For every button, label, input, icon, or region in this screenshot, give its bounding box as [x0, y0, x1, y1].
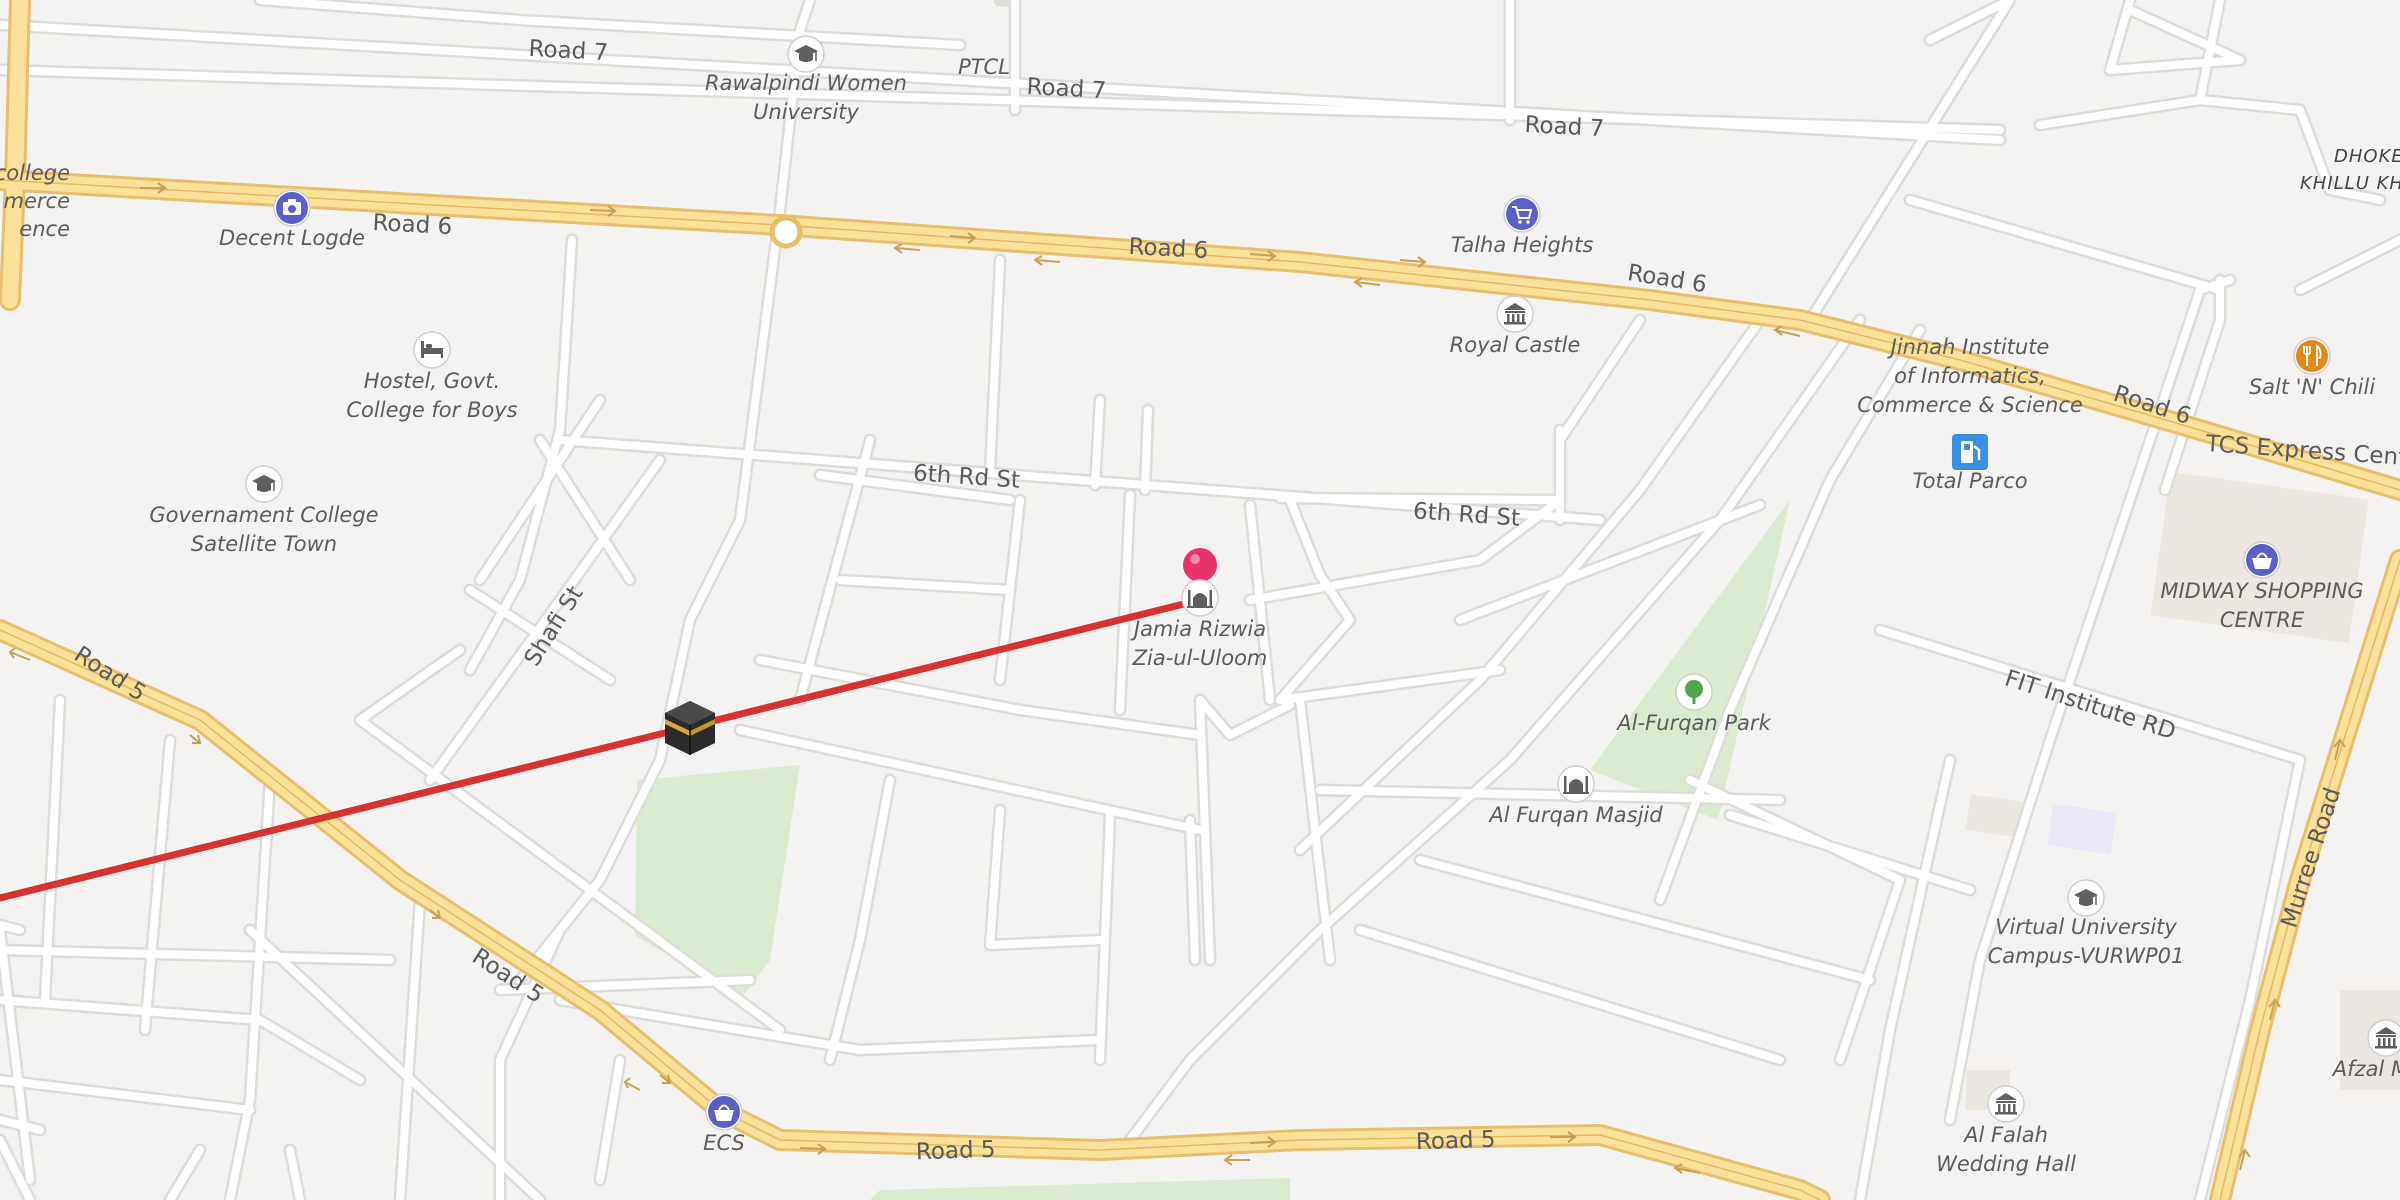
poi-label-line: Jinnah Institute	[1887, 335, 2050, 359]
poi-label-talha-heights[interactable]: Talha Heights	[1451, 233, 1594, 257]
poi-label-line: ECS	[703, 1131, 745, 1155]
poi-label-al-furqan-masjid[interactable]: Al Furqan Masjid	[1487, 803, 1663, 827]
poi-label-afzal-marr[interactable]: Afzal Marr	[2331, 1057, 2400, 1081]
roundabout	[769, 215, 803, 249]
poi-label-al-furqan-park[interactable]: Al-Furqan Park	[1615, 711, 1771, 735]
poi-label-royal-castle[interactable]: Royal Castle	[1450, 333, 1581, 357]
graduation-cap-icon[interactable]	[245, 465, 283, 503]
camera-icon[interactable]	[273, 189, 311, 227]
poi-label-line: Rawalpindi Women	[705, 71, 907, 95]
tree-icon[interactable]	[1675, 673, 1713, 711]
bed-icon[interactable]	[413, 331, 451, 369]
graduation-cap-icon[interactable]	[2067, 879, 2105, 917]
poi-label-line: CENTRE	[2220, 608, 2305, 632]
restaurant-icon[interactable]	[2293, 337, 2331, 375]
shopping-basket-icon[interactable]	[705, 1093, 743, 1131]
poi-label-line: College for Boys	[346, 398, 517, 422]
poi-label-total-parco[interactable]: Total Parco	[1912, 469, 2027, 493]
road-label-road-6-b: Road 6	[1128, 234, 1209, 264]
road-label-road-6-a: Road 6	[372, 210, 453, 240]
poi-label-line: Al-Furqan Park	[1615, 711, 1771, 735]
poi-label-line: MIDWAY SHOPPING	[2160, 579, 2363, 603]
poi-label-line: Salt 'N' Chili	[2249, 375, 2376, 399]
road-label-ptcl: PTCL	[958, 55, 1010, 79]
landmark-icon[interactable]	[1496, 295, 1534, 333]
fuel-icon[interactable]	[1952, 434, 1988, 470]
poi-label-line: University	[753, 100, 860, 124]
landmark-icon[interactable]	[2367, 1019, 2400, 1057]
poi-label-line: Zia-ul-Uloom	[1132, 646, 1268, 670]
road-label-road-7-b: Road 7	[1026, 74, 1107, 104]
road-label-road-5-d: Road 5	[1415, 1127, 1496, 1156]
road-label-road-7-a: Road 7	[528, 36, 609, 66]
poi-label-line: Al Furqan Masjid	[1487, 803, 1663, 827]
poi-label-line: Campus-VURWP01	[1988, 944, 2185, 968]
poi-label-line: of Informatics,	[1894, 364, 2046, 388]
building-small-2	[2047, 803, 2117, 855]
poi-label-decent-logde[interactable]: Decent Logde	[219, 226, 365, 250]
poi-label-line: Royal Castle	[1450, 333, 1581, 357]
landmark-icon[interactable]	[1987, 1085, 2025, 1123]
poi-label-line: Afzal Marr	[2331, 1057, 2400, 1081]
mosque-icon[interactable]	[1181, 579, 1219, 617]
poi-label-line: Satellite Town	[191, 532, 337, 556]
poi-label-line: Virtual University	[1995, 915, 2177, 939]
shopping-basket-icon[interactable]	[2243, 541, 2281, 579]
poi-label-line: Al Falah	[1962, 1123, 2048, 1147]
shopping-cart-icon[interactable]	[1503, 195, 1541, 233]
poi-label-line: Governament College	[149, 503, 378, 527]
poi-label-line: Wedding Hall	[1936, 1152, 2076, 1176]
poi-label-ecs[interactable]: ECS	[703, 1131, 745, 1155]
poi-label-line: Talha Heights	[1451, 233, 1594, 257]
road-label-road-5-c: Road 5	[915, 1137, 996, 1166]
mosque-icon[interactable]	[1557, 765, 1595, 803]
poi-label-line: Hostel, Govt.	[364, 369, 500, 393]
graduation-cap-icon[interactable]	[787, 35, 825, 73]
map-canvas[interactable]: Road 7Road 7Road 7Road 6Road 6Road 6Road…	[0, 0, 2400, 1200]
poi-label-line: Decent Logde	[219, 226, 365, 250]
road-label-road-7-c: Road 7	[1524, 112, 1605, 142]
poi-label-salt-n-chili[interactable]: Salt 'N' Chili	[2249, 375, 2376, 399]
poi-label-line: Total Parco	[1912, 469, 2027, 493]
poi-label-line: Jamia Rizwia	[1130, 617, 1266, 641]
poi-label-line: Commerce & Science	[1857, 393, 2083, 417]
